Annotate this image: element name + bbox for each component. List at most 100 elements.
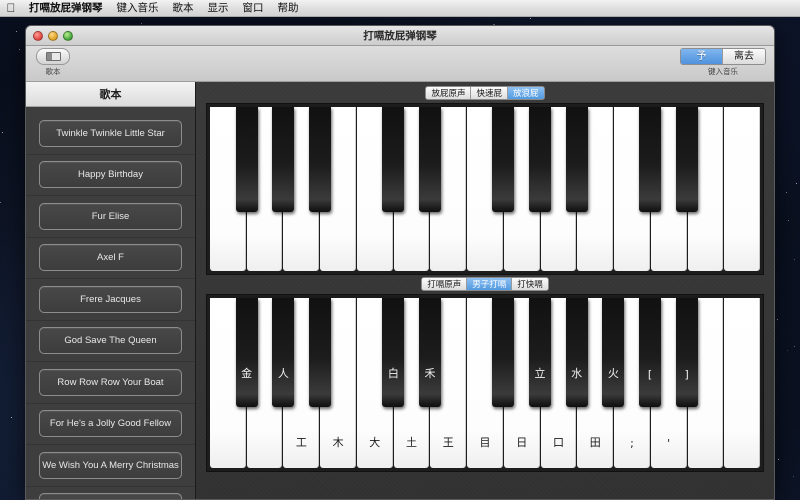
lower-black-key[interactable]: 禾 xyxy=(419,298,441,408)
lower-keyboard: 工 木 大 土 王 目 日 口 田; ' 金 人 白 禾 立 水 火 [] xyxy=(206,294,764,472)
key-label: 大 xyxy=(369,436,381,449)
upper-black-key[interactable] xyxy=(419,107,441,213)
upper-black-key[interactable] xyxy=(382,107,405,213)
menu-item-songbook[interactable]: 歌本 xyxy=(166,0,201,17)
song-button[interactable]: Fur Elise xyxy=(39,202,182,230)
sidebar: 歌本 Twinkle Twinkle Little Star Happy Birt… xyxy=(26,82,196,499)
close-button[interactable] xyxy=(33,30,43,41)
key-label: ; xyxy=(630,437,634,450)
app-window: 打嗝放屁弹钢琴 歌本 予 离去 键入音乐 歌本 Twinkle Twinkle … xyxy=(25,25,775,500)
upper-black-key[interactable] xyxy=(235,107,258,213)
song-list: Twinkle Twinkle Little Star Happy Birthda… xyxy=(26,107,195,499)
key-label: ' xyxy=(667,437,671,450)
key-label: [ xyxy=(647,368,653,382)
lower-black-key[interactable]: 人 xyxy=(272,298,295,408)
lower-black-key[interactable]: 白 xyxy=(382,298,405,408)
lower-piano-panel: 打嗝原声 男子打嗝 打快嗝 工 木 大 土 王 目 日 口 田; ' 金 人 白 禾 立 水 火 [] xyxy=(196,275,774,472)
key-label: 工 xyxy=(295,436,307,449)
key-label: 口 xyxy=(552,436,564,449)
song-button[interactable] xyxy=(39,493,182,499)
sidebar-toggle-button[interactable] xyxy=(36,48,70,65)
song-list-item[interactable]: Axel F xyxy=(26,238,195,279)
segment-keyin-on[interactable]: 予 xyxy=(681,49,723,64)
upper-black-key[interactable] xyxy=(639,107,661,213)
menu-item-view[interactable]: 显示 xyxy=(201,0,236,17)
sidebar-panel-icon xyxy=(45,52,61,61)
key-label: 人 xyxy=(277,367,289,381)
toolbar-right-group: 予 离去 键入音乐 xyxy=(680,48,766,77)
tab-burp-original[interactable]: 打嗝原声 xyxy=(422,278,468,290)
upper-black-key[interactable] xyxy=(565,107,588,213)
fart-sound-tabs[interactable]: 放屁原声 快速屁 放浪屁 xyxy=(425,86,545,100)
song-list-item[interactable]: Row Row Row Your Boat xyxy=(26,362,195,404)
sidebar-toggle-label: 歌本 xyxy=(45,67,61,76)
minimize-button[interactable] xyxy=(48,30,58,41)
keyin-music-segmented-control[interactable]: 予 离去 xyxy=(680,48,766,65)
apple-icon[interactable]:  xyxy=(0,2,22,14)
sidebar-header: 歌本 xyxy=(26,82,195,107)
key-label: 白 xyxy=(387,367,399,381)
lower-tab-wrap: 打嗝原声 男子打嗝 打快嗝 xyxy=(196,275,774,294)
upper-black-key[interactable] xyxy=(309,107,331,213)
lower-black-key[interactable]: [ xyxy=(639,298,661,408)
toolbar-left-group: 歌本 xyxy=(34,48,72,77)
key-label: 田 xyxy=(589,436,601,449)
upper-piano-panel: 放屁原声 快速屁 放浪屁 xyxy=(196,84,774,275)
song-list-item[interactable]: For He's a Jolly Good Fellow xyxy=(26,404,195,445)
window-title-bar[interactable]: 打嗝放屁弹钢琴 xyxy=(26,26,774,46)
key-label: 水 xyxy=(571,367,583,381)
song-list-item[interactable]: We Wish You A Merry Christmas xyxy=(26,445,195,487)
window-body: 歌本 Twinkle Twinkle Little Star Happy Birt… xyxy=(26,82,774,499)
tab-fart-original[interactable]: 放屁原声 xyxy=(426,87,472,99)
tab-burp-man[interactable]: 男子打嗝 xyxy=(467,278,513,290)
song-button[interactable]: Twinkle Twinkle Little Star xyxy=(39,119,182,147)
lower-black-key[interactable]: ] xyxy=(675,298,698,408)
song-button[interactable]: Row Row Row Your Boat xyxy=(39,368,182,396)
song-list-item[interactable]: Fur Elise xyxy=(26,196,195,238)
lower-black-key[interactable]: 金 xyxy=(235,298,258,408)
lower-black-key[interactable] xyxy=(309,298,331,408)
song-button[interactable]: God Save The Queen xyxy=(39,327,182,355)
menu-bar:  打嗝放屁弹钢琴 键入音乐 歌本 显示 窗口 帮助 xyxy=(0,0,800,17)
song-button[interactable]: Axel F xyxy=(39,244,182,272)
menu-item-keyin-music[interactable]: 键入音乐 xyxy=(110,0,166,17)
song-button[interactable]: Happy Birthday xyxy=(39,161,182,189)
lower-black-keys: 金 人 白 禾 立 水 火 [] xyxy=(210,298,760,408)
song-button[interactable]: For He's a Jolly Good Fellow xyxy=(39,410,182,438)
segment-keyin-off[interactable]: 离去 xyxy=(723,49,765,64)
tab-fart-wild[interactable]: 放浪屁 xyxy=(508,87,544,99)
upper-keyboard xyxy=(206,103,764,275)
lower-black-key[interactable]: 火 xyxy=(602,298,625,408)
tab-fart-fast[interactable]: 快速屁 xyxy=(471,87,508,99)
song-list-item[interactable]: God Save The Queen xyxy=(26,321,195,362)
key-label: 木 xyxy=(332,436,344,449)
zoom-button[interactable] xyxy=(63,30,73,41)
lower-black-key[interactable] xyxy=(492,298,515,408)
window-toolbar: 歌本 予 离去 键入音乐 xyxy=(26,46,774,82)
key-label: ] xyxy=(684,368,689,382)
menu-item-window[interactable]: 窗口 xyxy=(236,0,271,17)
key-label: 金 xyxy=(241,367,253,381)
song-button[interactable]: We Wish You A Merry Christmas xyxy=(39,451,182,479)
key-label: 禾 xyxy=(424,367,436,381)
burp-sound-tabs[interactable]: 打嗝原声 男子打嗝 打快嗝 xyxy=(421,277,549,291)
upper-black-key[interactable] xyxy=(492,107,515,213)
key-label: 土 xyxy=(406,436,418,449)
window-controls xyxy=(33,30,73,41)
upper-black-key[interactable] xyxy=(272,107,295,213)
upper-black-key[interactable] xyxy=(675,107,698,213)
lower-black-key[interactable]: 立 xyxy=(529,298,551,408)
upper-black-key[interactable] xyxy=(529,107,551,213)
lower-black-key[interactable]: 水 xyxy=(565,298,588,408)
key-label: 日 xyxy=(516,436,528,449)
song-list-item[interactable]: Twinkle Twinkle Little Star xyxy=(26,113,195,155)
upper-tab-wrap: 放屁原声 快速屁 放浪屁 xyxy=(196,84,774,103)
key-label: 目 xyxy=(479,436,491,449)
menu-item-app-name[interactable]: 打嗝放屁弹钢琴 xyxy=(22,0,110,17)
tab-burp-fast[interactable]: 打快嗝 xyxy=(512,278,548,290)
song-list-item[interactable]: Happy Birthday xyxy=(26,155,195,196)
song-button[interactable]: Frere Jacques xyxy=(39,285,182,313)
song-list-item[interactable]: Frere Jacques xyxy=(26,279,195,321)
song-list-item[interactable] xyxy=(26,487,195,499)
menu-item-help[interactable]: 帮助 xyxy=(271,0,306,17)
